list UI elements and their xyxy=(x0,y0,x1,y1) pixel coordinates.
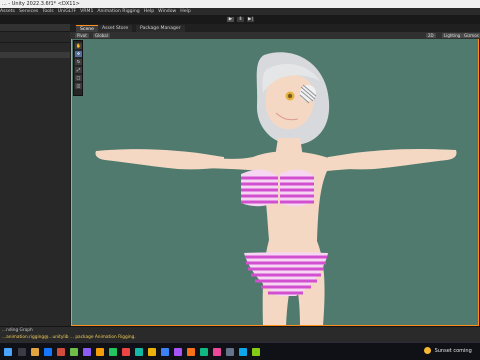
menu-item-help-2[interactable]: Help xyxy=(180,9,190,14)
scene-toolbar: Pivot Global 2D Lighting Gizmos xyxy=(70,32,480,39)
status-bar: ...nding Graph ...animation.rigging@...u… xyxy=(0,326,480,342)
hand-tool[interactable]: ✋ xyxy=(75,43,82,49)
menu-item-unigltf[interactable]: UniGLTF xyxy=(58,9,76,14)
status-warning-text: ...animation.rigging@...unitylib ... pac… xyxy=(2,335,136,340)
app-icon-1[interactable] xyxy=(57,348,65,356)
transform-tool[interactable]: ◫ xyxy=(75,83,82,89)
lighting-toggle[interactable]: Lighting xyxy=(442,33,463,38)
menu-items: Assets Services Tools UniGLTF VRM1 Anima… xyxy=(0,9,191,14)
app-icon-3[interactable] xyxy=(83,348,91,356)
scene-tools-column: ✋ ✥ ↻ ⤢ □ ◫ xyxy=(73,40,83,96)
global-toggle[interactable]: Global xyxy=(93,33,110,38)
menu-item-help-1[interactable]: Help xyxy=(144,9,154,14)
app-icon-5[interactable] xyxy=(109,348,117,356)
weather-widget[interactable]: Sunset coming xyxy=(424,347,480,357)
search-icon[interactable] xyxy=(18,348,26,356)
hierarchy-panel xyxy=(0,24,70,326)
tab-scene[interactable]: Scene xyxy=(76,25,99,32)
pause-button[interactable]: Ⅱ xyxy=(236,16,245,23)
window-titlebar: ... - Unity 2022.3.6f1* <DX11> xyxy=(0,0,480,8)
app-icon-7[interactable] xyxy=(135,348,143,356)
gizmos-toggle[interactable]: Gizmos xyxy=(462,33,480,38)
step-button[interactable]: ▶| xyxy=(246,16,255,23)
app-icon-16[interactable] xyxy=(252,348,260,356)
menu-item-animation-rigging[interactable]: Animation Rigging xyxy=(97,9,139,14)
sun-icon xyxy=(424,347,431,354)
folder-icon[interactable] xyxy=(31,348,39,356)
main-toolbar: ▶ Ⅱ ▶| xyxy=(0,15,480,24)
windows-taskbar: Sunset coming xyxy=(0,342,480,360)
app-icon-10[interactable] xyxy=(174,348,182,356)
rotate-tool[interactable]: ↻ xyxy=(75,59,82,65)
app-icon-12[interactable] xyxy=(200,348,208,356)
play-icon: ▶ xyxy=(228,17,233,22)
scale-tool[interactable]: ⤢ xyxy=(75,67,82,73)
menu-item-window[interactable]: Window xyxy=(158,9,176,14)
menu-item-vrm1[interactable]: VRM1 xyxy=(80,9,93,14)
pause-icon: Ⅱ xyxy=(239,17,242,22)
menu-item-assets[interactable]: Assets xyxy=(0,9,15,14)
menu-item-services[interactable]: Services xyxy=(19,9,38,14)
play-button[interactable]: ▶ xyxy=(226,16,235,23)
browser-icon[interactable] xyxy=(44,348,52,356)
app-icon-2[interactable] xyxy=(70,348,78,356)
avatar-model xyxy=(95,52,457,325)
app-icon-4[interactable] xyxy=(96,348,104,356)
app-icon-6[interactable] xyxy=(122,348,130,356)
move-tool[interactable]: ✥ xyxy=(75,51,82,57)
scene-tabstrip: Scene Asset Store Package Manager xyxy=(70,24,480,32)
app-icon-9[interactable] xyxy=(161,348,169,356)
tab-asset-store[interactable]: Asset Store xyxy=(98,25,133,32)
view-2d-toggle[interactable]: 2D xyxy=(426,33,436,38)
tab-package-manager[interactable]: Package Manager xyxy=(136,25,185,32)
step-icon: ▶| xyxy=(248,17,253,22)
menu-item-tools[interactable]: Tools xyxy=(42,9,53,14)
scene-viewport[interactable] xyxy=(71,39,479,326)
rect-tool[interactable]: □ xyxy=(75,75,82,81)
hierarchy-selected-row[interactable] xyxy=(0,52,70,58)
hierarchy-divider xyxy=(0,42,70,43)
main-menubar: Assets Services Tools UniGLTF VRM1 Anima… xyxy=(0,8,480,15)
pivot-toggle[interactable]: Pivot xyxy=(75,33,89,38)
app-icon-14[interactable] xyxy=(226,348,234,356)
app-icon-15[interactable] xyxy=(239,348,247,356)
windows-start-icon[interactable] xyxy=(4,348,12,356)
hierarchy-header xyxy=(0,24,70,32)
app-icon-11[interactable] xyxy=(187,348,195,356)
app-icon-13[interactable] xyxy=(213,348,221,356)
status-top-text: ...nding Graph xyxy=(2,328,33,333)
window-title: ... - Unity 2022.3.6f1* <DX11> xyxy=(2,1,80,7)
app-icon-8[interactable] xyxy=(148,348,156,356)
weather-text: Sunset coming xyxy=(434,348,472,354)
